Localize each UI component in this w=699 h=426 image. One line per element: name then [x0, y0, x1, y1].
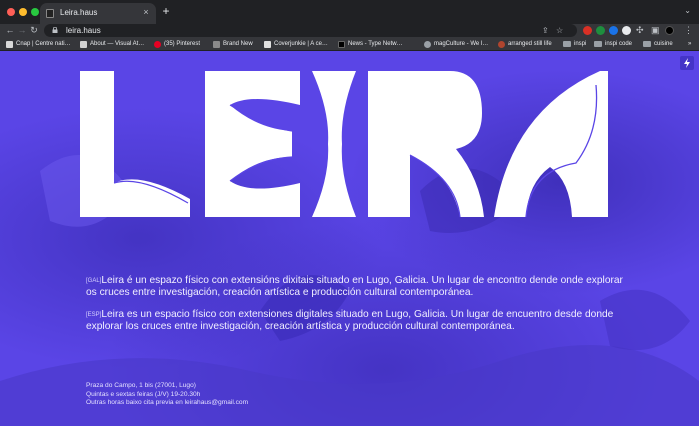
address-block: Praza do Campo, 1 bis (27001, Lugo) Quin…	[86, 382, 248, 408]
bookmark-folder[interactable]: inspi code	[594, 39, 632, 49]
bookmark-item[interactable]: arranged still life	[498, 39, 552, 49]
paragraph-galician: [GAL]Leira é un espazo físico con extens…	[86, 275, 626, 299]
paragraph-esp-text: Leira es un espacio físico con extension…	[86, 309, 614, 332]
extensions-puzzle-icon[interactable]: ✣	[636, 24, 644, 37]
tab-title: Leira.haus	[60, 8, 98, 17]
leira-favicon-icon	[46, 9, 54, 18]
bookmark-label: inspi code	[605, 41, 633, 47]
bookmark-item[interactable]: Cnap | Centre nati…	[6, 39, 71, 49]
extension-blue-icon[interactable]	[609, 26, 618, 35]
bookmark-label: magCulture - We l…	[434, 41, 489, 47]
tab-search-chevron-icon[interactable]: ⌄	[684, 6, 691, 15]
overflow-label: »	[688, 41, 692, 47]
lock-icon	[52, 27, 58, 33]
bookmark-label: Coverjunkie | A ce…	[274, 41, 328, 47]
forward-arrow-icon[interactable]: →	[17, 24, 27, 37]
page-icon	[264, 40, 271, 48]
bookmarks-overflow-icon[interactable]: »	[688, 39, 691, 49]
paragraph-spanish: [ESP]Leira es un espacio físico con exte…	[86, 309, 626, 333]
share-icon[interactable]: ⇪	[542, 24, 549, 37]
type-network-icon	[338, 40, 345, 48]
pinterest-icon	[154, 40, 161, 48]
profile-avatar[interactable]	[665, 26, 674, 35]
extension-green-icon[interactable]	[596, 26, 605, 35]
side-panel-icon[interactable]: ▣	[651, 24, 660, 37]
tab-strip: Leira.haus × + ⌄	[0, 0, 699, 24]
address-bar[interactable]: leira.haus ⇪ ☆	[44, 24, 577, 37]
brand-new-icon	[213, 40, 220, 48]
close-tab-icon[interactable]: ×	[140, 6, 152, 18]
hours-line: Quintas e sextas feiras (J/V) 19-20.30h	[86, 390, 201, 398]
bookmarks-bar: Cnap | Centre nati… About — Visual At… (…	[0, 37, 699, 51]
still-life-icon	[498, 40, 505, 48]
bookmark-label: News - Type Netw…	[348, 41, 403, 47]
globe-icon	[424, 40, 431, 48]
folder-icon	[563, 41, 571, 47]
active-tab[interactable]: Leira.haus ×	[40, 3, 156, 24]
menu-kebab-icon[interactable]: ⋮	[684, 24, 693, 37]
extension-white-icon[interactable]	[622, 26, 631, 35]
leira-page: [GAL]Leira é un espazo físico con extens…	[0, 51, 699, 426]
bookmark-item[interactable]: Coverjunkie | A ce…	[264, 39, 328, 49]
bookmark-label: About — Visual At…	[90, 41, 145, 47]
bookmark-label: Brand New	[223, 41, 253, 47]
bookmark-label: cuisine	[654, 41, 673, 47]
close-window-button[interactable]	[7, 8, 15, 16]
description-text: [GAL]Leira é un espazo físico con extens…	[86, 275, 626, 343]
lang-tag-gal: [GAL]	[86, 278, 102, 284]
bookmark-item[interactable]: magCulture - We l…	[424, 39, 488, 49]
extension-red-icon[interactable]	[583, 26, 592, 35]
bookmark-item[interactable]: News - Type Netw…	[338, 39, 403, 49]
bookmark-label: (35) Pinterest	[164, 41, 201, 47]
folder-icon	[643, 41, 651, 47]
bookmark-label: Cnap | Centre nati…	[16, 41, 71, 47]
cnap-icon	[6, 40, 13, 48]
lang-tag-esp: [ESP]	[86, 312, 102, 318]
address-line: Praza do Campo, 1 bis (27001, Lugo)	[86, 382, 196, 389]
contact-line[interactable]: Outras horas baixo cita previa en leirah…	[86, 399, 248, 408]
back-arrow-icon[interactable]: ←	[5, 24, 15, 37]
bookmark-item[interactable]: (35) Pinterest	[154, 39, 200, 49]
page-icon	[80, 40, 87, 48]
paragraph-gal-text: Leira é un espazo físico con extensións …	[86, 275, 623, 298]
bookmark-folder[interactable]: inspi	[563, 39, 586, 49]
bookmark-folder[interactable]: cuisine	[643, 39, 673, 49]
bookmark-item[interactable]: Brand New	[213, 39, 253, 49]
bookmark-item[interactable]: About — Visual At…	[80, 39, 144, 49]
url-text: leira.haus	[66, 26, 101, 35]
bookmark-star-icon[interactable]: ☆	[556, 24, 563, 37]
maximize-window-button[interactable]	[31, 8, 39, 16]
lightning-bolt-icon[interactable]	[680, 56, 694, 70]
bookmark-label: arranged still life	[508, 41, 552, 47]
leira-logo	[80, 71, 608, 217]
new-tab-button[interactable]: +	[160, 5, 172, 17]
reload-icon[interactable]: ↻	[29, 24, 39, 37]
bookmark-label: inspi	[574, 41, 587, 47]
browser-toolbar: ← → ↻ leira.haus ⇪ ☆ ✣ ▣ ⋮	[0, 24, 699, 37]
folder-icon	[594, 41, 602, 47]
minimize-window-button[interactable]	[19, 8, 27, 16]
